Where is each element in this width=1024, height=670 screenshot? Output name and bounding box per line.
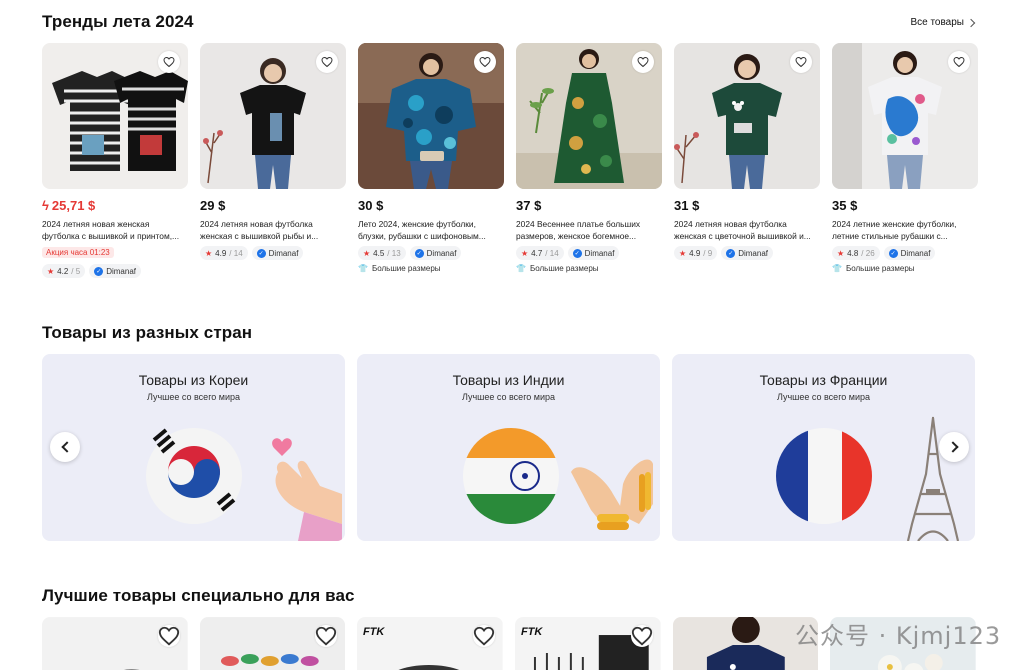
seller-pill[interactable]: ✓ Dimanaf (567, 246, 620, 260)
product-description[interactable]: 2024 летние женские футболки, летние сти… (832, 218, 978, 242)
product-card[interactable]: 30 $ Лето 2024, женские футболки, блузки… (358, 43, 504, 278)
seller-pill[interactable]: ✓ Dimanaf (89, 264, 141, 278)
product-meta: ★ 4.9/ 9 ✓ Dimanaf (674, 246, 820, 260)
star-icon: ★ (363, 248, 371, 258)
trends-section-title: Тренды лета 2024 (42, 12, 194, 31)
product-image[interactable] (42, 43, 188, 189)
product-description[interactable]: Лето 2024, женские футболки, блузки, руб… (358, 218, 504, 242)
rating-pill: ★ 4.9/ 14 (200, 246, 248, 260)
product-card[interactable]: 35 $ 2024 летние женские футболки, летни… (832, 43, 978, 278)
product-card[interactable]: 29 $ 2024 летняя новая футболка женская … (200, 43, 346, 278)
rating-pill: ★ 4.9/ 9 (674, 246, 718, 260)
brand-logo: FTK (521, 626, 543, 638)
product-card[interactable]: 31 $ 2024 летняя новая футболка женская … (674, 43, 820, 278)
product-image[interactable] (200, 43, 346, 189)
favorite-heart-icon[interactable] (315, 625, 338, 647)
product-price: 29 $ (200, 198, 226, 213)
product-image[interactable] (516, 43, 662, 189)
trends-product-row: ϟ 25,71 $ 2024 летняя новая женская футб… (42, 43, 978, 278)
rating-pill: ★ 4.2/ 5 (42, 264, 86, 278)
carousel-prev-button[interactable] (50, 432, 80, 462)
verified-check-icon: ✓ (726, 248, 736, 258)
size-tag: 👕 Большие размеры (832, 264, 915, 273)
favorite-heart-icon[interactable] (473, 625, 496, 647)
product-image[interactable] (832, 43, 978, 189)
brand-logo: FTK (363, 626, 385, 638)
best-section-title: Лучшие товары специально для вас (42, 586, 355, 605)
product-description[interactable]: 2024 Весеннее платье больших размеров, ж… (516, 218, 662, 242)
favorite-heart-icon[interactable] (474, 51, 496, 73)
chevron-right-icon (946, 441, 959, 453)
countries-section-title: Товары из разных стран (42, 323, 253, 342)
product-description[interactable]: 2024 летняя новая женская футболка с выш… (42, 218, 188, 242)
watermark: 公众号 · Kjmj123 (795, 622, 1002, 650)
tshirt-icon: 👕 (832, 264, 842, 273)
product-price: ϟ 25,71 $ (42, 198, 96, 213)
product-price: 35 $ (832, 198, 858, 213)
product-card[interactable]: FTK (515, 617, 661, 670)
product-card[interactable] (199, 617, 346, 670)
product-price: 31 $ (674, 198, 700, 213)
korea-flag-ball-illustration (146, 428, 342, 541)
product-card[interactable]: 37 $ 2024 Весеннее платье больших размер… (516, 43, 662, 278)
product-image[interactable] (358, 43, 504, 189)
favorite-heart-icon[interactable] (630, 625, 653, 647)
star-icon: ★ (47, 266, 55, 276)
country-card-france[interactable]: Товары из Франции Лучшее со всего мира (672, 354, 975, 541)
france-flag-ball-illustration (776, 416, 960, 541)
product-description[interactable]: 2024 летняя новая футболка женская с цве… (674, 218, 820, 242)
seller-pill[interactable]: ✓ Dimanaf (883, 246, 936, 260)
rating-pill: ★ 4.5/ 13 (358, 246, 406, 260)
rating-pill: ★ 4.7/ 14 (516, 246, 564, 260)
verified-check-icon: ✓ (414, 248, 424, 258)
see-all-link[interactable]: Все товары (910, 17, 976, 28)
size-tag: 👕 Большие размеры (516, 264, 599, 273)
product-card[interactable]: FTK (357, 617, 504, 670)
favorite-heart-icon[interactable] (948, 51, 970, 73)
verified-check-icon: ✓ (888, 248, 898, 258)
carousel-next-button[interactable] (939, 432, 969, 462)
verified-check-icon: ✓ (94, 266, 104, 276)
product-meta: ★ 4.9/ 14 ✓ Dimanaf (200, 246, 346, 260)
tshirt-icon: 👕 (516, 264, 526, 273)
chevron-left-icon (60, 441, 73, 453)
countries-carousel: Товары из Кореи Лучшее со всего мира Тов… (42, 354, 976, 541)
seller-pill[interactable]: ✓ Dimanaf (251, 246, 304, 260)
see-all-label: Все товары (910, 17, 964, 28)
star-icon: ★ (205, 248, 213, 258)
star-icon: ★ (679, 248, 687, 258)
country-card-india[interactable]: Товары из Индии Лучшее со всего мира (357, 354, 660, 541)
favorite-heart-icon[interactable] (158, 51, 180, 73)
india-flag-ball-illustration (463, 428, 653, 530)
seller-pill[interactable]: ✓ Dimanaf (409, 246, 462, 260)
favorite-heart-icon[interactable] (632, 51, 654, 73)
product-meta: ★ 4.5/ 13 ✓ Dimanaf (358, 246, 504, 260)
product-card[interactable]: ϟ 25,71 $ 2024 летняя новая женская футб… (42, 43, 188, 278)
favorite-heart-icon[interactable] (316, 51, 338, 73)
size-tag: 👕 Большие размеры (358, 264, 441, 273)
tshirt-icon: 👕 (358, 264, 368, 273)
product-price: 30 $ (358, 198, 384, 213)
product-meta: ★ 4.8/ 26 ✓ Dimanaf (832, 246, 978, 260)
favorite-heart-icon[interactable] (790, 51, 812, 73)
product-card[interactable] (42, 617, 188, 670)
product-meta: ★ 4.7/ 14 ✓ Dimanaf (516, 246, 662, 260)
favorite-heart-icon[interactable] (157, 625, 180, 647)
star-icon: ★ (521, 248, 529, 258)
promo-badge: Акция часа 01:23 (42, 247, 114, 258)
seller-pill[interactable]: ✓ Dimanaf (721, 246, 773, 260)
product-price: 37 $ (516, 198, 542, 213)
verified-check-icon: ✓ (572, 248, 582, 258)
product-description[interactable]: 2024 летняя новая футболка женская с выш… (200, 218, 346, 242)
country-card-korea[interactable]: Товары из Кореи Лучшее со всего мира (42, 354, 345, 541)
rating-pill: ★ 4.8/ 26 (832, 246, 880, 260)
product-image[interactable] (674, 43, 820, 189)
verified-check-icon: ✓ (256, 248, 266, 258)
product-meta: ★ 4.2/ 5 ✓ Dimanaf (42, 264, 188, 278)
star-icon: ★ (837, 248, 845, 258)
chevron-right-icon (966, 18, 976, 27)
lightning-icon: ϟ (42, 198, 49, 213)
